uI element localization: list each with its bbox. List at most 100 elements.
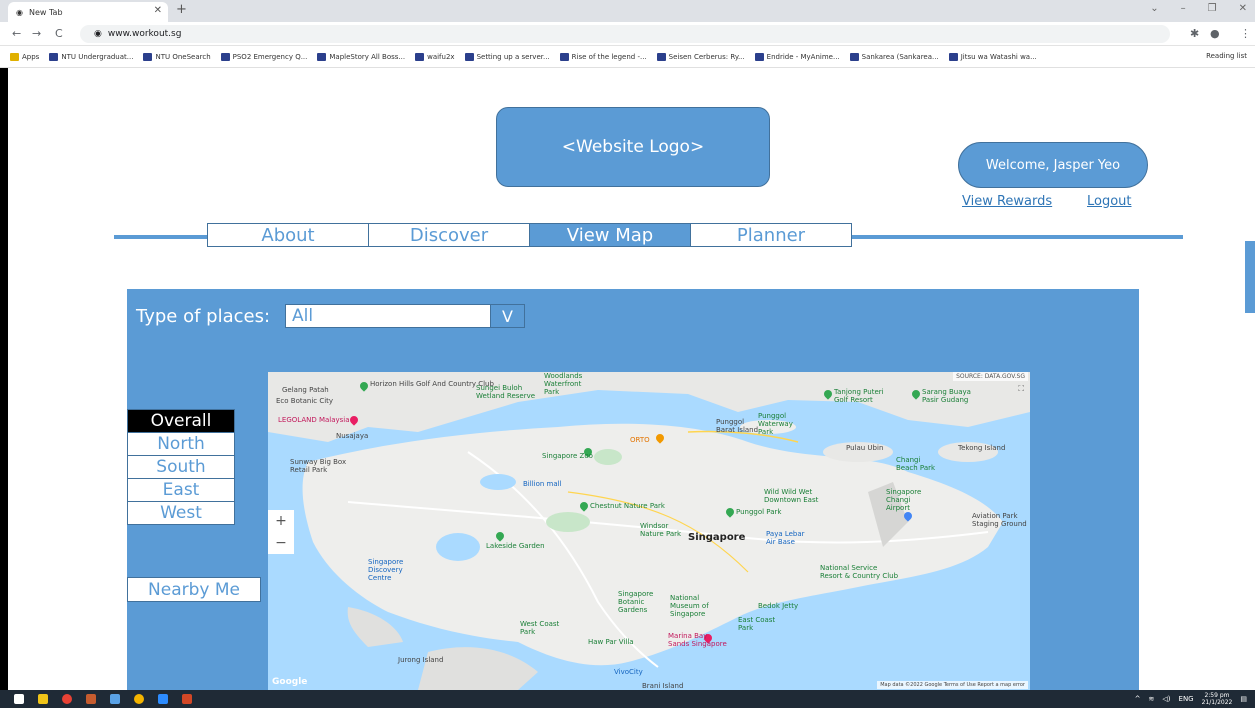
tab-title: New Tab (28, 7, 63, 17)
map-label-orto: ORTO (630, 436, 650, 444)
dropdown-arrow[interactable]: V (490, 305, 524, 327)
bookmark-label: NTU Undergraduat... (61, 52, 134, 61)
back-icon[interactable]: ← (12, 27, 21, 40)
side-scroll-handle[interactable] (1245, 241, 1255, 313)
new-tab-icon[interactable]: + (176, 2, 187, 17)
zoom-out-button[interactable]: − (268, 532, 294, 554)
region-north[interactable]: North (127, 432, 235, 456)
extensions-icon[interactable]: ✱ (1190, 27, 1199, 40)
chrome-taskbar-icon-2[interactable] (134, 694, 144, 704)
clock[interactable]: 2:59 pm 21/1/2022 (1202, 692, 1233, 706)
map-label-legoland: LEGOLAND Malaysia (278, 416, 350, 424)
bookmark-item[interactable]: NTU Undergraduat... (49, 52, 134, 61)
apps-icon (10, 52, 19, 61)
website-logo[interactable]: <Website Logo> (496, 107, 770, 187)
bookmark-item[interactable]: Rise of the legend -... (559, 52, 647, 61)
forward-icon[interactable]: → (32, 27, 41, 40)
chrome-taskbar-icon[interactable] (62, 694, 72, 704)
app-icon-2[interactable] (110, 694, 120, 704)
logout-link[interactable]: Logout (1087, 194, 1132, 209)
left-edge (0, 68, 8, 690)
tray-chevron-icon[interactable]: ^ (1135, 695, 1141, 703)
bookmark-favicon-icon (317, 52, 327, 61)
language-indicator[interactable]: ENG (1179, 695, 1194, 703)
close-tab-icon[interactable]: ✕ (154, 5, 162, 16)
main-nav: About Discover View Map Planner (207, 223, 852, 247)
view-rewards-link[interactable]: View Rewards (962, 194, 1052, 209)
nav-planner[interactable]: Planner (690, 223, 852, 247)
bookmark-label: Rise of the legend -... (571, 52, 647, 61)
map-label-punggol-park: Punggol Park (736, 508, 782, 516)
region-west[interactable]: West (127, 501, 235, 525)
bookmark-item[interactable]: Jitsu wa Watashi wa... (948, 52, 1037, 61)
powerpoint-icon[interactable] (182, 694, 192, 704)
map-label-marina: Marina Bay Sands Singapore (668, 632, 727, 648)
system-tray: ^ ≋ ◁) ENG 2:59 pm 21/1/2022 ▤ (1135, 692, 1247, 706)
close-window-icon[interactable]: ✕ (1239, 3, 1247, 14)
map-label-zoo: Singapore Zoo (542, 452, 593, 460)
singapore-map[interactable]: SOURCE: DATA.GOV.SG ⛶ Horizon Hills Golf… (268, 372, 1030, 690)
map-label-punggol-wp: Punggol Waterway Park (758, 412, 793, 436)
bookmark-favicon-icon (143, 52, 153, 61)
nav-discover[interactable]: Discover (368, 223, 530, 247)
nearby-me-button[interactable]: Nearby Me (127, 577, 261, 602)
bookmark-label: NTU OneSearch (155, 52, 211, 61)
map-label-eco: Eco Botanic City (276, 397, 334, 405)
nav-about[interactable]: About (207, 223, 369, 247)
map-label-changi-airport: Singapore Changi Airport (886, 488, 922, 512)
clock-time: 2:59 pm (1204, 692, 1230, 699)
map-attribution[interactable]: Map data ©2022 Google Terms of Use Repor… (877, 681, 1028, 689)
region-overall[interactable]: Overall (127, 409, 235, 433)
map-label-jurong: Jurong Island (398, 656, 444, 664)
zoom-app-icon[interactable] (158, 694, 168, 704)
bookmarks-bar: Apps NTU Undergraduat... NTU OneSearch PSO2… (0, 46, 1255, 68)
reload-icon[interactable]: C (55, 27, 63, 40)
app-icon[interactable] (86, 694, 96, 704)
bookmark-label: Sankarea (Sankarea... (861, 52, 939, 61)
notification-icon[interactable]: ▤ (1240, 695, 1247, 703)
region-south[interactable]: South (127, 455, 235, 479)
bookmark-item[interactable]: Seisen Cerberus: Ry... (656, 52, 745, 61)
bookmark-favicon-icon (656, 52, 666, 61)
bookmark-item[interactable]: Sankarea (Sankarea... (849, 52, 939, 61)
bookmark-item[interactable]: NTU OneSearch (143, 52, 211, 61)
profile-icon[interactable]: ● (1210, 27, 1220, 40)
type-of-places-select[interactable]: All V (285, 304, 525, 328)
map-label-nsrcc: National Service Resort & Country Club (820, 564, 899, 580)
fullscreen-icon[interactable]: ⛶ (1018, 384, 1024, 394)
bookmark-label: Setting up a server... (476, 52, 550, 61)
site-info-icon[interactable]: ◉ (94, 29, 102, 39)
file-explorer-icon[interactable] (38, 694, 48, 704)
minimize-icon[interactable]: – (1181, 3, 1186, 14)
welcome-badge: Welcome, Jasper Yeo (958, 142, 1148, 188)
windows-taskbar: ^ ≋ ◁) ENG 2:59 pm 21/1/2022 ▤ (0, 690, 1255, 708)
reading-list[interactable]: Reading list (1206, 52, 1247, 60)
map-label-sunway: Sunway Big Box Retail Park (290, 458, 347, 474)
bookmark-label: PSO2 Emergency Q... (232, 52, 308, 61)
chevron-down-icon[interactable]: ⌄ (1150, 3, 1158, 14)
url-input[interactable]: ◉ www.workout.sg (80, 25, 1170, 43)
bookmark-label: waifu2x (427, 52, 455, 61)
clock-date: 21/1/2022 (1201, 699, 1233, 706)
region-east[interactable]: East (127, 478, 235, 502)
windows-start-icon[interactable] (14, 694, 24, 704)
bookmark-item[interactable]: MapleStory All Boss... (317, 52, 405, 61)
bookmark-item[interactable]: Apps (10, 52, 39, 61)
map-label-vivocity: VivoCity (614, 668, 643, 676)
bookmark-item[interactable]: Endride - MyAnime... (754, 52, 840, 61)
map-label-chestnut: Chestnut Nature Park (590, 502, 665, 510)
menu-icon[interactable]: ⋮ (1240, 27, 1251, 40)
select-value: All (292, 306, 314, 326)
bookmark-item[interactable]: PSO2 Emergency Q... (220, 52, 308, 61)
nav-view-map[interactable]: View Map (529, 223, 691, 247)
browser-tab[interactable]: ◉ New Tab ✕ (8, 2, 168, 22)
restore-icon[interactable]: ❐ (1208, 3, 1217, 14)
bookmark-item[interactable]: Setting up a server... (464, 52, 550, 61)
bookmark-item[interactable]: waifu2x (415, 52, 455, 61)
map-label-windsor: Windsor Nature Park (640, 522, 682, 538)
bookmark-favicon-icon (464, 52, 474, 61)
wifi-icon[interactable]: ≋ (1149, 695, 1155, 703)
zoom-in-button[interactable]: + (268, 510, 294, 532)
map-label-buloh: Sungei Buloh Wetland Reserve (476, 384, 536, 400)
volume-icon[interactable]: ◁) (1162, 695, 1170, 703)
